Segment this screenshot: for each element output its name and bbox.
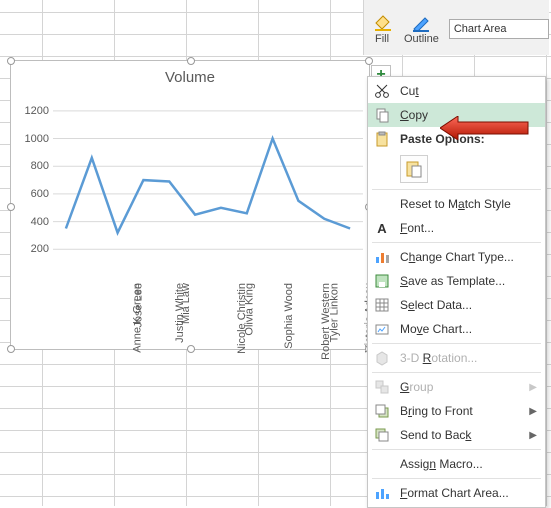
chart-object[interactable]: Volume 200 400 600 800 1000 1200 Anne K Green…	[10, 60, 370, 350]
plot-area[interactable]	[53, 97, 363, 277]
chart-element-field[interactable]	[449, 19, 549, 39]
outline-label: Outline	[404, 33, 439, 45]
select-data-icon	[372, 296, 392, 314]
pen-outline-icon	[411, 12, 431, 32]
bar-chart-icon	[372, 248, 392, 266]
menu-separator	[372, 242, 541, 243]
menu-label: Move Chart...	[400, 322, 537, 336]
menu-label: Reset to Match Style	[400, 197, 537, 211]
menu-label: Bring to Front	[400, 404, 521, 418]
x-tick-label: Mia Law	[180, 283, 240, 324]
resize-handle[interactable]	[7, 203, 15, 211]
menu-cut[interactable]: Cut	[368, 79, 545, 103]
resize-handle[interactable]	[187, 57, 195, 65]
context-menu: Cut Copy Paste Options: Reset to Match S…	[367, 76, 546, 508]
menu-label: Select Data...	[400, 298, 537, 312]
menu-label: Send to Back	[400, 428, 521, 442]
menu-label: 3-D Rotation...	[400, 351, 537, 365]
menu-separator	[372, 449, 541, 450]
fill-button[interactable]: Fill	[370, 10, 394, 47]
y-tick-label: 1000	[11, 133, 49, 145]
paint-bucket-icon	[372, 12, 392, 32]
y-tick-label: 200	[11, 243, 49, 255]
menu-label: Format Chart Area...	[400, 486, 537, 500]
chart-svg	[53, 97, 363, 277]
resize-handle[interactable]	[187, 345, 195, 353]
y-tick-label: 400	[11, 216, 49, 228]
y-tick-label: 600	[11, 188, 49, 200]
submenu-arrow-icon: ▶	[529, 430, 537, 441]
paste-options-block	[368, 151, 545, 187]
resize-handle[interactable]	[7, 345, 15, 353]
format-area-icon	[372, 484, 392, 502]
data-series-line	[66, 139, 350, 233]
paste-option-default[interactable]	[400, 155, 428, 183]
submenu-arrow-icon: ▶	[529, 382, 537, 393]
copy-icon	[372, 106, 392, 124]
menu-change-chart-type[interactable]: Change Chart Type...	[368, 245, 545, 269]
resize-handle[interactable]	[365, 57, 373, 65]
cube-icon	[372, 349, 392, 367]
x-axis-labels: Anne K GreenJose LeeJustin WhiteMia LawN…	[53, 283, 363, 343]
menu-label: Cut	[400, 84, 537, 98]
y-tick-label: 1200	[11, 105, 49, 117]
menu-label: Paste Options:	[400, 132, 537, 146]
menu-separator	[372, 189, 541, 190]
fill-label: Fill	[375, 33, 389, 45]
ribbon-chart-tools: Fill Outline	[363, 0, 549, 55]
menu-select-data[interactable]: Select Data...	[368, 293, 545, 317]
chart-element-selector[interactable]	[449, 19, 549, 39]
chart-title[interactable]: Volume	[11, 69, 369, 86]
bring-front-icon	[372, 402, 392, 420]
menu-send-to-back[interactable]: Send to Back ▶	[368, 423, 545, 447]
font-a-icon: A	[372, 219, 392, 237]
y-tick-label: 800	[11, 160, 49, 172]
menu-group: Group ▶	[368, 375, 545, 399]
scissors-icon	[372, 82, 392, 100]
menu-reset-style[interactable]: Reset to Match Style	[368, 192, 545, 216]
menu-move-chart[interactable]: Move Chart...	[368, 317, 545, 341]
menu-separator	[372, 343, 541, 344]
menu-separator	[372, 478, 541, 479]
menu-label: Assign Macro...	[400, 457, 537, 471]
send-back-icon	[372, 426, 392, 444]
menu-bring-to-front[interactable]: Bring to Front ▶	[368, 399, 545, 423]
menu-label: Save as Template...	[400, 274, 537, 288]
clipboard-icon	[372, 130, 392, 148]
move-chart-icon	[372, 320, 392, 338]
menu-label: Font...	[400, 221, 537, 235]
menu-label: Group	[400, 380, 521, 394]
menu-label: Change Chart Type...	[400, 250, 537, 264]
outline-button[interactable]: Outline	[402, 10, 441, 47]
clipboard-paste-icon	[405, 160, 423, 178]
menu-copy[interactable]: Copy	[368, 103, 545, 127]
menu-separator	[372, 372, 541, 373]
menu-save-template[interactable]: Save as Template...	[368, 269, 545, 293]
resize-handle[interactable]	[7, 57, 15, 65]
group-icon	[372, 378, 392, 396]
submenu-arrow-icon: ▶	[529, 406, 537, 417]
menu-assign-macro[interactable]: Assign Macro...	[368, 452, 545, 476]
menu-label: Copy	[400, 108, 537, 122]
menu-3d-rotation: 3-D Rotation...	[368, 346, 545, 370]
menu-paste-options-header: Paste Options:	[368, 127, 545, 151]
menu-font[interactable]: A Font...	[368, 216, 545, 240]
save-template-icon	[372, 272, 392, 290]
menu-format-chart-area[interactable]: Format Chart Area...	[368, 481, 545, 505]
